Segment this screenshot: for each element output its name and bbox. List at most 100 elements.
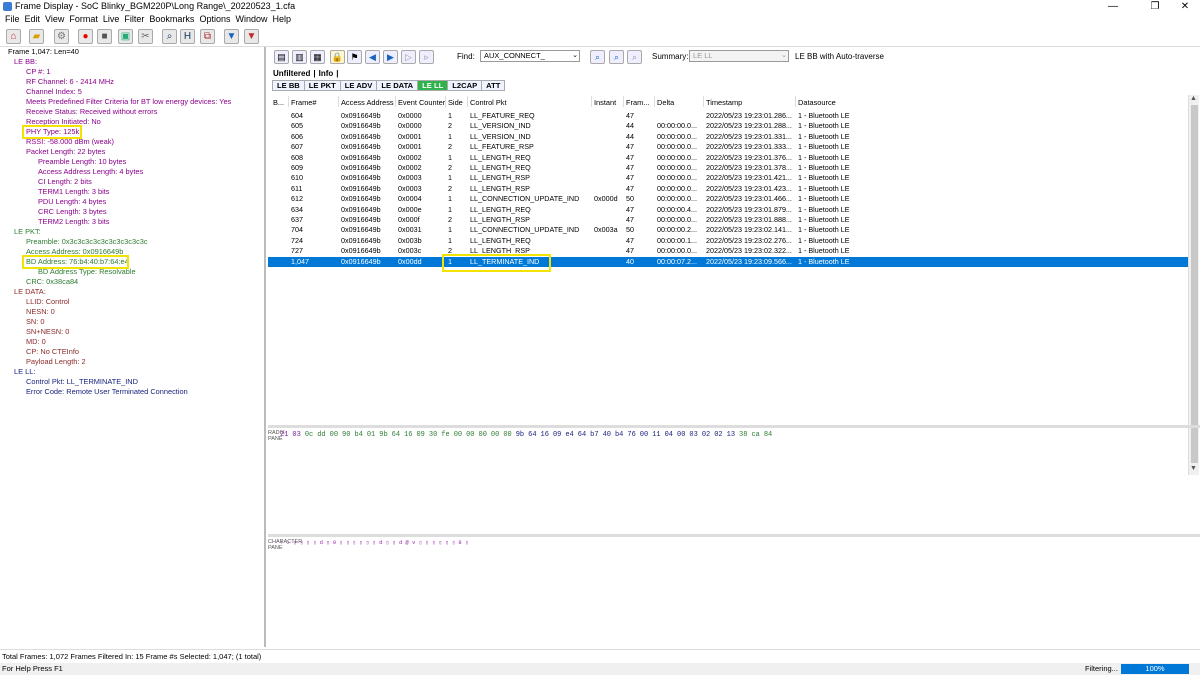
pane-divider[interactable] [268, 425, 1200, 428]
tree-node[interactable]: CRC Length: 3 bytes [38, 207, 107, 216]
column-header[interactable]: Frame# [291, 98, 316, 107]
tree-node[interactable]: Payload Length: 2 [26, 357, 86, 366]
tree-node[interactable]: Packet Length: 22 bytes [26, 147, 105, 156]
tree-node[interactable]: TERM1 Length: 3 bits [38, 187, 109, 196]
menu-filter[interactable]: Filter [124, 14, 144, 24]
hex-byte[interactable]: 00 [503, 431, 511, 439]
find-multi-icon[interactable]: ⚑ [347, 50, 362, 64]
close-button[interactable]: ✕ [1170, 0, 1200, 13]
find-next-icon[interactable]: ⌕ [609, 50, 624, 64]
hex-byte[interactable]: 64 [578, 431, 586, 439]
hex-byte[interactable]: 09 [416, 431, 424, 439]
tab-att[interactable]: ATT [481, 80, 506, 91]
tree-node[interactable]: LE LL: [14, 367, 35, 376]
filter-icon[interactable]: ▼ [224, 29, 239, 44]
column-header[interactable]: Event Counter [398, 98, 445, 107]
lock-icon[interactable]: 🔒 [330, 50, 345, 64]
home-icon[interactable]: ⌂ [6, 29, 21, 44]
table-row[interactable]: 605 0x0916649b 0x0000 2 LL_VERSION_IND 44 00:0… [268, 121, 1188, 131]
tree-node[interactable]: CI Length: 2 bits [38, 177, 92, 186]
hex-byte[interactable]: 00 [677, 431, 685, 439]
menu-format[interactable]: Format [69, 14, 98, 24]
scrollbar-thumb[interactable] [1191, 105, 1198, 463]
table-row[interactable]: 608 0x0916649b 0x0002 1 LL_LENGTH_REQ 47 00:00… [268, 153, 1188, 163]
hex-byte[interactable]: 00 [479, 431, 487, 439]
hex-icon[interactable]: H [180, 29, 195, 44]
tree-node[interactable]: MD: 0 [26, 337, 46, 346]
menu-window[interactable]: Window [235, 14, 267, 24]
tree-node[interactable]: LE BB: [14, 57, 37, 66]
table-row[interactable]: 634 0x0916649b 0x000e 1 LL_LENGTH_REQ 47 00:00… [268, 205, 1188, 215]
hex-byte[interactable]: 9b [516, 431, 524, 439]
hex-byte[interactable]: 00 [640, 431, 648, 439]
table-row[interactable]: 1,047 0x0916649b 0x00dd 1 LL_TERMINATE_IND 40… [268, 256, 1188, 267]
column-header[interactable]: Timestamp [706, 98, 742, 107]
hex-byte[interactable]: 21 [280, 431, 288, 439]
tree-node[interactable]: TERM2 Length: 3 bits [38, 217, 109, 226]
menu-edit[interactable]: Edit [25, 14, 41, 24]
hex-byte[interactable]: 02 [702, 431, 710, 439]
hex-byte[interactable]: 84 [764, 431, 772, 439]
hex-byte[interactable]: dd [317, 431, 325, 439]
tree-node[interactable]: Frame 1,047: Len=40 [8, 47, 79, 56]
tree-node[interactable]: LE PKT: [14, 227, 41, 236]
tree-node[interactable]: Receive Status: Received without errors [26, 107, 157, 116]
hex-byte[interactable]: e4 [565, 431, 573, 439]
column-header[interactable]: Delta [657, 98, 674, 107]
tab-le-data[interactable]: LE DATA [376, 80, 419, 91]
tree-node[interactable]: Channel Index: 5 [26, 87, 82, 96]
vertical-scrollbar[interactable]: ▲ ▼ [1188, 95, 1199, 475]
hex-byte[interactable]: b4 [354, 431, 362, 439]
tree-node[interactable]: Access Address Length: 4 bytes [38, 167, 143, 176]
table-row[interactable]: 607 0x0916649b 0x0001 2 LL_FEATURE_RSP 47 00:0… [268, 142, 1188, 152]
tab-le-ll[interactable]: LE LL [417, 80, 449, 91]
record-icon[interactable]: ● [78, 29, 93, 44]
hex-byte[interactable]: 02 [714, 431, 722, 439]
table-row[interactable]: 610 0x0916649b 0x0003 1 LL_LENGTH_RSP 47 00:00… [268, 173, 1188, 183]
hex-byte[interactable]: 11 [652, 431, 660, 439]
hex-byte[interactable]: ca [751, 431, 759, 439]
tree-node[interactable]: Control Pkt: LL_TERMINATE_IND [26, 377, 138, 386]
find-prev-icon[interactable]: ⌕ [590, 50, 605, 64]
hex-byte[interactable]: 38 [739, 431, 747, 439]
tree-node[interactable]: Meets Predefined Filter Criteria for BT … [26, 97, 231, 106]
column-header[interactable]: Instant [594, 98, 616, 107]
save-icon[interactable]: ▣ [118, 29, 133, 44]
hex-byte[interactable]: b7 [590, 431, 598, 439]
find-all-icon[interactable]: ⌕ [627, 50, 642, 64]
hex-byte[interactable]: 9b [379, 431, 387, 439]
column-header[interactable]: B... [273, 98, 284, 107]
open-folder-icon[interactable]: ▰ [29, 29, 44, 44]
table-row[interactable]: 609 0x0916649b 0x0002 2 LL_LENGTH_REQ 47 00:00… [268, 163, 1188, 173]
table-row[interactable]: 637 0x0916649b 0x000f 2 LL_LENGTH_RSP 47 00:00… [268, 215, 1188, 225]
tree-node[interactable]: LLID: Control [26, 297, 70, 306]
tree-node[interactable]: SN: 0 [26, 317, 44, 326]
hex-byte[interactable]: 09 [553, 431, 561, 439]
tree-node[interactable]: Preamble: 0x3c3c3c3c3c3c3c3c3c3c [26, 237, 148, 246]
hex-byte[interactable]: 03 [292, 431, 300, 439]
table-row[interactable]: 606 0x0916649b 0x0001 1 LL_VERSION_IND 44 00:0… [268, 132, 1188, 142]
column-header[interactable]: Datasource [798, 98, 836, 107]
clear-icon[interactable]: ✂ [138, 29, 153, 44]
menu-live[interactable]: Live [103, 14, 120, 24]
menu-help[interactable]: Help [272, 14, 291, 24]
pane-divider[interactable] [268, 534, 1200, 537]
hex-byte[interactable]: fe [441, 431, 449, 439]
clear-filter-icon[interactable]: ▼ [244, 29, 259, 44]
tree-node[interactable]: LE DATA: [14, 287, 46, 296]
menu-bookmarks[interactable]: Bookmarks [149, 14, 194, 24]
tab-le-adv[interactable]: LE ADV [339, 80, 378, 91]
hex-byte[interactable]: 00 [466, 431, 474, 439]
table-row[interactable]: 724 0x0916649b 0x003b 1 LL_LENGTH_REQ 47 00:00… [268, 236, 1188, 246]
column-header[interactable]: Side [448, 98, 463, 107]
search-icon[interactable]: ⌕ [162, 29, 177, 44]
pane-layout-1-icon[interactable]: ▤ [274, 50, 289, 64]
tree-node[interactable]: RF Channel: 6 - 2414 MHz [26, 77, 114, 86]
tab-info[interactable]: Info [319, 69, 334, 78]
hex-byte[interactable]: 03 [689, 431, 697, 439]
stop-icon[interactable]: ■ [97, 29, 112, 44]
pane-layout-3-icon[interactable]: ▦ [310, 50, 325, 64]
hex-byte[interactable]: 0c [305, 431, 313, 439]
table-row[interactable]: 611 0x0916649b 0x0003 2 LL_LENGTH_RSP 47 00:00… [268, 184, 1188, 194]
last-icon[interactable]: ▹ [419, 50, 434, 64]
